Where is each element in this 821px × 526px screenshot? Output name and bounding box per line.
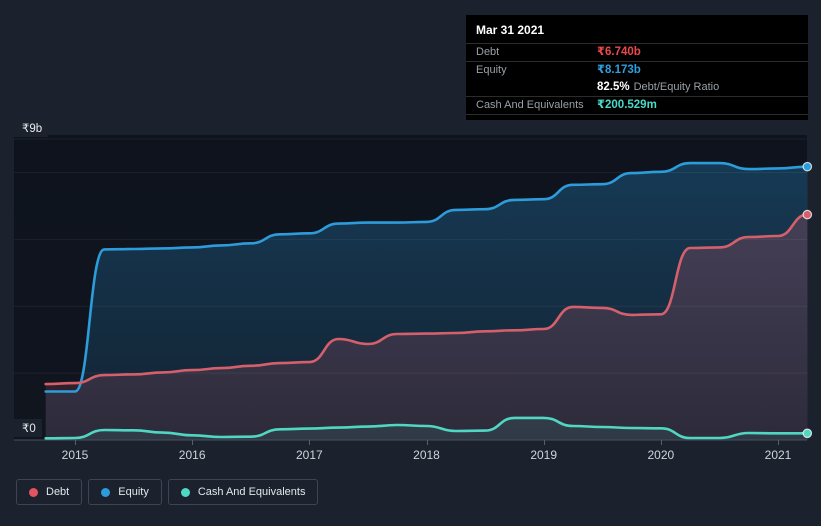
cash-endpoint-marker	[802, 428, 813, 439]
equity-legend-dot-icon	[101, 487, 111, 497]
debt-endpoint-marker	[802, 209, 813, 220]
tooltip-equity-label: Equity	[476, 64, 507, 76]
x-axis-label-2016: 2016	[178, 448, 206, 462]
debt-equity-history-chart: ₹9b ₹0 2015 2016 2017 2018 2019 2020 2021 Debt…	[0, 0, 821, 526]
tooltip-date: Mar 31 2021	[476, 23, 545, 37]
plot-area[interactable]	[14, 135, 813, 441]
chart-canvas	[14, 138, 813, 441]
x-axis-label-2021: 2021	[764, 448, 792, 462]
y-axis-max-label: ₹9b	[14, 119, 49, 137]
tooltip-cash-value: ₹200.529m	[597, 99, 657, 111]
x-axis-label-2017: 2017	[295, 448, 323, 462]
tooltip-debt-value: ₹6.740b	[597, 46, 641, 58]
x-axis-label-2018: 2018	[413, 448, 440, 462]
equity-endpoint-marker	[802, 161, 813, 172]
legend-item-cash[interactable]: Cash And Equivalents	[167, 479, 319, 505]
tooltip-ratio-label: Debt/Equity Ratio	[633, 81, 720, 93]
legend: Debt Equity Cash And Equivalents	[16, 479, 319, 505]
legend-item-debt[interactable]: Debt	[16, 479, 83, 505]
x-axis-tick	[660, 440, 662, 445]
hover-tooltip: Mar 31 2021 Debt ₹6.740b Equity ₹8.173b …	[466, 15, 808, 120]
tooltip-cash-label: Cash And Equivalents	[476, 99, 584, 111]
cash-legend-dot-icon	[180, 487, 190, 497]
legend-cash-label: Cash And Equivalents	[197, 486, 306, 498]
tooltip-equity-value: ₹8.173b	[597, 64, 641, 76]
x-axis-tick	[309, 440, 311, 445]
tooltip-ratio-row: 82.5% Debt/Equity Ratio	[466, 79, 808, 96]
x-axis-tick	[192, 440, 194, 445]
x-axis-tick	[543, 440, 545, 445]
x-axis-tick	[426, 440, 428, 445]
legend-debt-label: Debt	[46, 486, 70, 498]
tooltip-ratio-value: 82.5%	[597, 81, 630, 93]
tooltip-equity-row: Equity ₹8.173b	[466, 62, 808, 79]
tooltip-debt-label: Debt	[476, 46, 500, 58]
y-axis-zero-label: ₹0	[14, 419, 42, 437]
legend-equity-label: Equity	[118, 486, 149, 498]
x-axis-tick	[75, 440, 76, 445]
tooltip-debt-row: Debt ₹6.740b	[466, 44, 808, 61]
x-axis-label-2015: 2015	[61, 448, 89, 462]
legend-item-equity[interactable]: Equity	[88, 479, 162, 505]
tooltip-cash-row: Cash And Equivalents ₹200.529m	[466, 97, 808, 114]
x-axis-label-2019: 2019	[530, 448, 558, 462]
debt-legend-dot-icon	[29, 487, 38, 497]
x-axis-label-2020: 2020	[647, 448, 675, 462]
x-axis-tick	[778, 440, 780, 445]
